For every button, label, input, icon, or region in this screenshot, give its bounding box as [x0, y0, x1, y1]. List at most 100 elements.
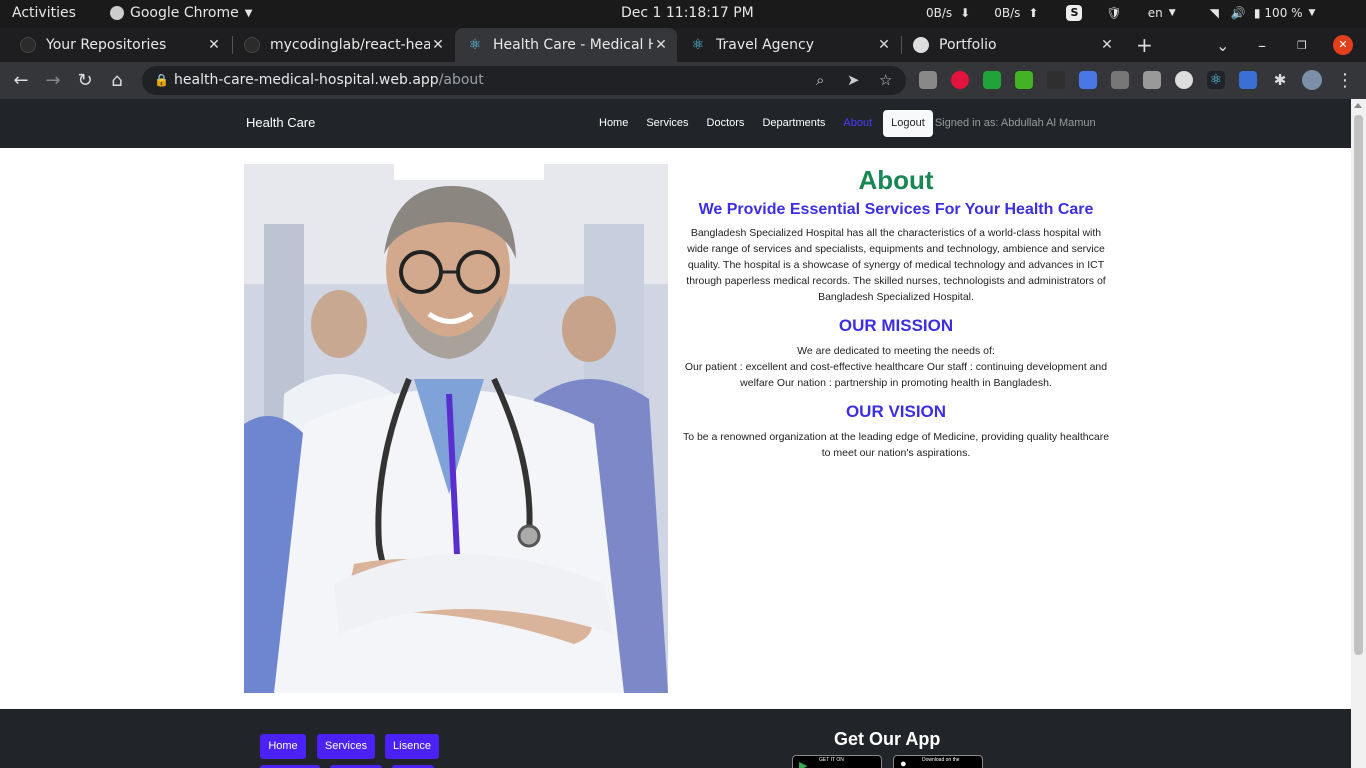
new-tab-button[interactable]: +	[1136, 33, 1153, 57]
close-icon[interactable]: ✕	[653, 37, 669, 53]
tab-title: Portfolio	[939, 37, 997, 53]
scrollbar-thumb[interactable]	[1354, 115, 1363, 655]
chevron-down-icon: ⌄	[1216, 35, 1230, 55]
wappalyzer-icon[interactable]	[1047, 71, 1065, 89]
close-icon[interactable]: ✕	[1099, 37, 1115, 53]
tab-portfolio[interactable]: Portfolio ✕	[901, 28, 1123, 62]
skype-icon[interactable]: S	[1066, 5, 1083, 21]
shield-extension-icon[interactable]	[983, 71, 1001, 89]
doctor-image	[244, 164, 668, 693]
volume-icon: 🔊	[1230, 6, 1246, 20]
scroll-up-icon[interactable]	[1354, 103, 1362, 108]
tab-your-repositories[interactable]: Your Repositories ✕	[8, 28, 230, 62]
kebab-menu-icon[interactable]: ⋮	[1334, 70, 1356, 91]
home-button[interactable]: ⌂	[106, 70, 128, 91]
clock[interactable]: Dec 1 11:18:17 PM	[621, 5, 754, 21]
lock-icon[interactable]: 🔒	[154, 73, 169, 87]
site-navbar: Health Care Home Services Doctors Depart…	[0, 99, 1351, 148]
app-store-badge[interactable]: ● Download on the	[893, 755, 983, 768]
language-indicator[interactable]: en	[1148, 6, 1163, 20]
mission-text: Our patient : excellent and cost-effecti…	[684, 361, 1108, 389]
tab-search-button[interactable]: ⌄	[1216, 28, 1229, 62]
page-scrollbar[interactable]	[1351, 99, 1366, 768]
app-store-label: Download on the	[922, 757, 960, 763]
nav-about[interactable]: About	[834, 109, 881, 137]
activities-button[interactable]: Activities	[12, 5, 76, 21]
chrome-icon	[110, 6, 124, 20]
react-icon: ⚛	[468, 37, 482, 53]
github-icon	[20, 37, 36, 53]
site-brand[interactable]: Health Care	[246, 115, 315, 130]
maximize-button[interactable]: ❐	[1297, 28, 1307, 62]
chevron-down-icon: ▼	[1168, 8, 1176, 18]
adblock-plus-icon[interactable]	[951, 71, 969, 89]
tab-health-care[interactable]: ⚛ Health Care - Medical H ✕	[455, 28, 677, 62]
tab-mycodinglab[interactable]: mycodinglab/react-hea ✕	[232, 28, 454, 62]
extension-icon[interactable]	[1111, 71, 1129, 89]
download-extension-icon[interactable]	[1015, 71, 1033, 89]
back-button[interactable]: ←	[10, 70, 32, 91]
nav-doctors[interactable]: Doctors	[698, 109, 754, 137]
chevron-down-icon: ▼	[1308, 8, 1316, 18]
battery-level: 100 %	[1264, 6, 1303, 20]
send-icon[interactable]: ➤	[847, 71, 860, 89]
footer-home-button[interactable]: Home	[260, 734, 306, 759]
app-name: Google Chrome	[130, 5, 239, 21]
web-page: Health Care Home Services Doctors Depart…	[0, 99, 1351, 768]
github-icon	[244, 37, 260, 53]
puzzle-icon[interactable]: ✱	[1271, 71, 1289, 89]
shield-icon[interactable]: 🛡	[1106, 6, 1121, 20]
system-top-bar: Activities Google Chrome ▼ Dec 1 11:18:1…	[0, 0, 1366, 28]
site-nav: Home Services Doctors Departments About …	[590, 109, 1096, 137]
url-path: /about	[438, 72, 484, 88]
vision-text: To be a renowned organization at the lea…	[682, 431, 1110, 459]
tab-title: Travel Agency	[716, 37, 814, 53]
nav-home[interactable]: Home	[590, 109, 637, 137]
react-icon: ⚛	[691, 37, 705, 53]
browser-toolbar: ← → ↻ ⌂ 🔒 health-care-medical-hospital.w…	[0, 62, 1366, 99]
url-domain: health-care-medical-hospital.web.app	[174, 72, 439, 88]
google-play-badge[interactable]: ▶ GET IT ON	[792, 755, 882, 768]
about-section: About We Provide Essential Services For …	[680, 163, 1112, 461]
close-icon[interactable]: ✕	[206, 37, 222, 53]
vision-title: OUR VISION	[845, 402, 947, 421]
apple-icon: ●	[900, 758, 907, 768]
footer-services-button[interactable]: Services	[317, 734, 375, 759]
zoom-icon[interactable]: ⌕	[816, 71, 824, 89]
address-bar[interactable]: 🔒 health-care-medical-hospital.web.app/a…	[142, 66, 906, 95]
close-window-button[interactable]: ✕	[1333, 28, 1353, 62]
globe-icon	[913, 37, 929, 53]
extension-icon[interactable]	[1175, 71, 1193, 89]
nav-services[interactable]: Services	[637, 109, 697, 137]
url-text[interactable]: health-care-medical-hospital.web.app/abo…	[174, 72, 484, 88]
wifi-icon: ◥	[1209, 6, 1219, 20]
about-title: About	[858, 165, 934, 195]
nav-departments[interactable]: Departments	[753, 109, 834, 137]
about-subtitle: We Provide Essential Services For Your H…	[698, 201, 1094, 218]
app-menu[interactable]: Google Chrome ▼	[110, 5, 252, 21]
minimize-button[interactable]: –	[1258, 28, 1266, 62]
tab-title: Health Care - Medical H	[493, 37, 653, 53]
avatar[interactable]	[1302, 70, 1322, 90]
chevron-down-icon: ▼	[244, 7, 253, 19]
close-icon[interactable]: ✕	[876, 37, 892, 53]
tab-travel-agency[interactable]: ⚛ Travel Agency ✕	[678, 28, 900, 62]
play-icon: ▶	[799, 760, 808, 768]
forward-button[interactable]: →	[42, 70, 64, 91]
logout-button[interactable]: Logout	[883, 109, 933, 137]
extension-icon[interactable]	[1239, 71, 1257, 89]
close-icon[interactable]: ✕	[430, 37, 446, 53]
reload-button[interactable]: ↻	[74, 70, 96, 91]
signed-in-text: Signed in as: Abdullah Al Mamun	[934, 117, 1096, 129]
translate-icon[interactable]	[1079, 71, 1097, 89]
tab-title: mycodinglab/react-hea	[270, 37, 430, 53]
tab-title: Your Repositories	[46, 37, 167, 53]
react-devtools-icon[interactable]: ⚛	[1207, 71, 1225, 89]
extension-icon[interactable]	[1143, 71, 1161, 89]
star-icon[interactable]: ☆	[879, 71, 892, 89]
system-tray[interactable]: 0B/s ⬇ 0B/s ⬆ S 🛡 en ▼ ◥ 🔊 ▮ 100 % ▼	[926, 5, 1315, 21]
net-up-speed: 0B/s	[994, 6, 1021, 20]
doctor-illustration	[244, 164, 668, 693]
gmail-extension-icon[interactable]	[919, 71, 937, 89]
footer-lisence-button[interactable]: Lisence	[385, 734, 439, 759]
